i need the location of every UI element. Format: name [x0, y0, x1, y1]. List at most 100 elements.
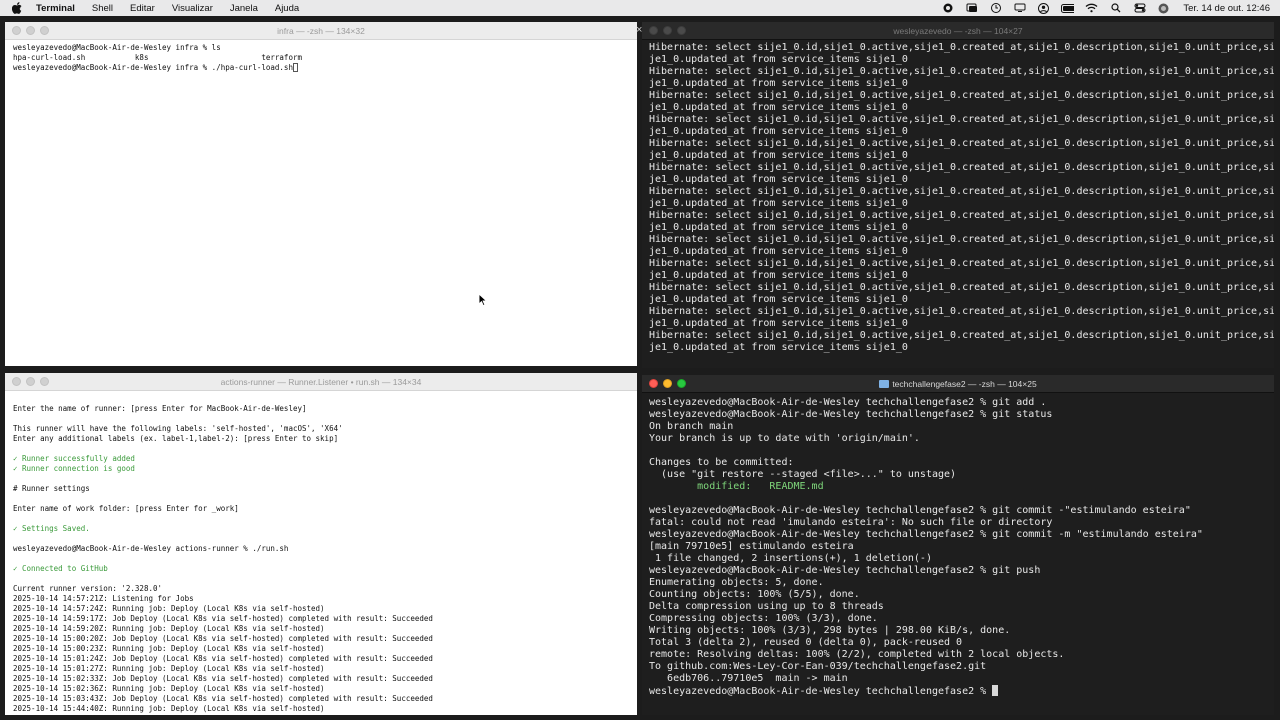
terminal-line: wesleyazevedo@MacBook-Air-de-Wesley tech… — [649, 565, 1041, 576]
menu-janela[interactable]: Janela — [230, 3, 258, 14]
terminal-line: Enter name of work folder: [press Enter … — [13, 504, 239, 513]
terminal-line: 2025-10-14 15:03:43Z: Job Deploy (Local … — [13, 694, 433, 703]
log-line: Hibernate: select sije1_0.id,sije1_0.act… — [649, 186, 1274, 197]
log-line: je1_0.updated_at from service_items sije… — [649, 318, 908, 329]
minimize-window-button[interactable] — [663, 26, 672, 35]
window-titlebar[interactable]: wesleyazevedo — -zsh — 104×27 — [642, 22, 1274, 40]
terminal-line: wesleyazevedo@MacBook-Air-de-Wesley tech… — [649, 397, 1047, 408]
log-line: Hibernate: select sije1_0.id,sije1_0.act… — [649, 210, 1274, 221]
menu-app-terminal[interactable]: Terminal — [36, 3, 75, 14]
close-window-button[interactable] — [12, 377, 21, 386]
battery-icon[interactable] — [1061, 3, 1075, 13]
log-line: je1_0.updated_at from service_items sije… — [649, 342, 908, 353]
control-center-icon[interactable] — [1133, 3, 1146, 13]
log-line: je1_0.updated_at from service_items sije… — [649, 174, 908, 185]
menu-visualizar[interactable]: Visualizar — [172, 3, 213, 14]
close-window-button[interactable] — [649, 379, 658, 388]
terminal-line: 6edb706..79710e5 main -> main — [649, 673, 848, 684]
window-titlebar[interactable]: actions-runner — Runner.Listener • run.s… — [5, 373, 637, 391]
display-icon[interactable] — [1013, 3, 1026, 13]
log-line: je1_0.updated_at from service_items sije… — [649, 54, 908, 65]
log-line: Hibernate: select sije1_0.id,sije1_0.act… — [649, 162, 1274, 173]
log-line: je1_0.updated_at from service_items sije… — [649, 78, 908, 89]
menu-ajuda[interactable]: Ajuda — [275, 3, 299, 14]
terminal-window-infra[interactable]: infra — -zsh — 134×32 wesleyazevedo@MacB… — [5, 22, 637, 366]
terminal-window-wesleyazevedo[interactable]: wesleyazevedo — -zsh — 104×27 Hibernate:… — [642, 22, 1274, 368]
terminal-window-actions-runner[interactable]: actions-runner — Runner.Listener • run.s… — [5, 373, 637, 715]
terminal-prompt-line: wesleyazevedo@MacBook-Air-de-Wesley tech… — [649, 685, 1274, 698]
terminal-line: To github.com:Wes-Ley-Cor-Ean-039/techch… — [649, 661, 987, 672]
apple-menu-icon[interactable] — [12, 2, 26, 14]
menubar-clock[interactable]: Ter. 14 de out. 12:46 — [1183, 3, 1270, 14]
terminal-output[interactable]: wesleyazevedo@MacBook-Air-de-Wesley infr… — [5, 40, 637, 73]
text-cursor — [292, 63, 298, 72]
minimize-window-button[interactable] — [26, 377, 35, 386]
close-tab-icon[interactable]: × — [636, 24, 642, 36]
terminal-line: Total 3 (delta 2), reused 0 (delta 0), p… — [649, 637, 963, 648]
terminal-line: wesleyazevedo@MacBook-Air-de-Wesley infr… — [13, 43, 221, 52]
terminal-output[interactable]: Hibernate: select sije1_0.id,sije1_0.act… — [642, 40, 1274, 354]
terminal-line: This runner will have the following labe… — [13, 424, 343, 433]
terminal-line: # Runner settings — [13, 484, 90, 493]
menu-editar[interactable]: Editar — [130, 3, 155, 14]
stack-icon[interactable] — [965, 3, 978, 13]
terminal-line: ✓ Connected to GitHub — [13, 564, 108, 573]
terminal-line: Compressing objects: 100% (3/3), done. — [649, 613, 878, 624]
log-line: je1_0.updated_at from service_items sije… — [649, 222, 908, 233]
zoom-window-button[interactable] — [40, 26, 49, 35]
log-line: je1_0.updated_at from service_items sije… — [649, 150, 908, 161]
log-line: Hibernate: select sije1_0.id,sije1_0.act… — [649, 234, 1274, 245]
terminal-line: wesleyazevedo@MacBook-Air-de-Wesley tech… — [649, 505, 1191, 516]
log-line: Hibernate: select sije1_0.id,sije1_0.act… — [649, 138, 1274, 149]
terminal-line: Delta compression using up to 8 threads — [649, 601, 884, 612]
terminal-line: (use "git restore --staged <file>..." to… — [649, 469, 957, 480]
terminal-output[interactable]: Enter the name of runner: [press Enter f… — [5, 391, 637, 715]
mouse-pointer-icon — [478, 293, 488, 307]
window-title: actions-runner — Runner.Listener • run.s… — [220, 376, 422, 387]
folder-icon — [879, 379, 890, 388]
terminal-line: remote: Resolving deltas: 100% (2/2), co… — [649, 649, 1065, 660]
close-window-button[interactable] — [12, 26, 21, 35]
wifi-icon[interactable] — [1085, 3, 1098, 13]
terminal-output[interactable]: wesleyazevedo@MacBook-Air-de-Wesley tech… — [642, 393, 1274, 698]
minimize-window-button[interactable] — [663, 379, 672, 388]
log-line: Hibernate: select sije1_0.id,sije1_0.act… — [649, 282, 1274, 293]
terminal-line: 2025-10-14 14:57:21Z: Listening for Jobs — [13, 594, 194, 603]
menu-bar: Terminal Shell Editar Visualizar Janela … — [0, 0, 1280, 16]
screen-record-icon[interactable] — [941, 3, 954, 13]
siri-icon[interactable] — [1157, 3, 1170, 13]
zoom-window-button[interactable] — [677, 26, 686, 35]
zoom-window-button[interactable] — [677, 379, 686, 388]
window-titlebar[interactable]: techchallengefase2 — -zsh — 104×25 — [642, 375, 1274, 393]
menu-shell[interactable]: Shell — [92, 3, 113, 14]
user-icon[interactable] — [1037, 2, 1050, 14]
window-title: wesleyazevedo — -zsh — 104×27 — [893, 25, 1023, 36]
search-icon[interactable] — [1109, 3, 1122, 13]
battery-saver-icon[interactable] — [989, 3, 1002, 13]
terminal-window-techchallengefase2[interactable]: techchallengefase2 — -zsh — 104×25 wesle… — [642, 375, 1274, 715]
log-line: Hibernate: select sije1_0.id,sije1_0.act… — [649, 42, 1274, 53]
window-titlebar[interactable]: infra — -zsh — 134×32 — [5, 22, 637, 40]
close-window-button[interactable] — [649, 26, 658, 35]
terminal-line: Enter the name of runner: [press Enter f… — [13, 404, 307, 413]
terminal-line: 2025-10-14 15:01:24Z: Job Deploy (Local … — [13, 654, 433, 663]
zoom-window-button[interactable] — [40, 377, 49, 386]
terminal-line: Your branch is up to date with 'origin/m… — [649, 433, 920, 444]
minimize-window-button[interactable] — [26, 26, 35, 35]
window-title-text: techchallengefase2 — -zsh — 104×25 — [892, 378, 1037, 389]
text-cursor — [992, 685, 999, 696]
window-title: infra — -zsh — 134×32 — [277, 25, 365, 36]
log-line: Hibernate: select sije1_0.id,sije1_0.act… — [649, 306, 1274, 317]
window-title: techchallengefase2 — -zsh — 104×25 — [879, 378, 1037, 389]
terminal-line: 2025-10-14 14:59:17Z: Job Deploy (Local … — [13, 614, 433, 623]
terminal-line: Counting objects: 100% (5/5), done. — [649, 589, 860, 600]
